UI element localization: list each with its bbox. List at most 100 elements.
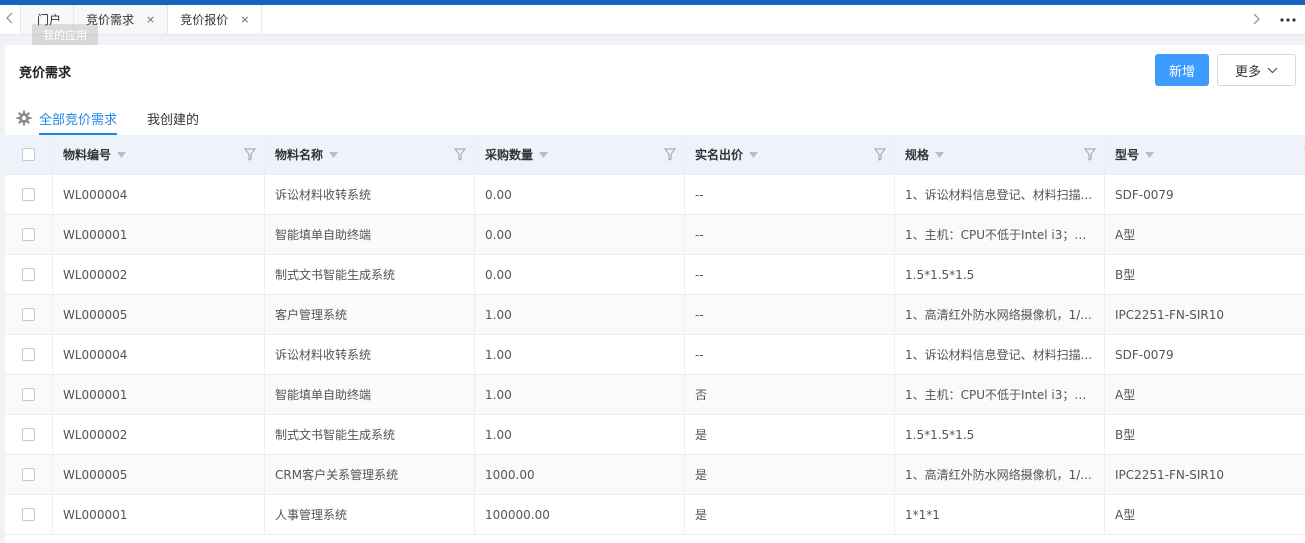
cell-material-code: WL000001: [53, 375, 265, 414]
filter-icon[interactable]: [874, 148, 886, 161]
table-row[interactable]: WL000002 制式文书智能生成系统 1.00 是 1.5*1.5*1.5 B…: [5, 415, 1305, 455]
cell-model: B型: [1105, 415, 1305, 454]
table-row[interactable]: WL000001 人事管理系统 100000.00 是 1*1*1 A型: [5, 495, 1305, 535]
checkbox-icon[interactable]: [22, 428, 35, 441]
checkbox-icon[interactable]: [22, 268, 35, 281]
cell-model: B型: [1105, 255, 1305, 294]
cell-model: SDF-0079: [1105, 175, 1305, 214]
row-select[interactable]: [5, 335, 53, 374]
table-header: 物料编号 物料名称 采购数量 实名出价 规格 型号: [5, 135, 1305, 175]
table-row[interactable]: WL000004 诉讼材料收转系统 1.00 -- 1、诉讼材料信息登记、材料扫…: [5, 335, 1305, 375]
column-header[interactable]: 型号: [1105, 135, 1305, 174]
close-icon[interactable]: ×: [240, 13, 249, 26]
cell-model: SDF-0079: [1105, 335, 1305, 374]
tab-all-bidding[interactable]: 全部竞价需求: [39, 101, 118, 135]
cell-quantity: 1.00: [475, 375, 685, 414]
filter-icon[interactable]: [664, 148, 676, 161]
cell-quantity: 100000.00: [475, 495, 685, 534]
row-select[interactable]: [5, 375, 53, 414]
column-header[interactable]: 实名出价: [685, 135, 895, 174]
cell-material-code: WL000005: [53, 455, 265, 494]
cell-material-name: 智能填单自助终端: [265, 215, 475, 254]
row-select[interactable]: [5, 295, 53, 334]
cell-material-code: WL000004: [53, 335, 265, 374]
close-icon[interactable]: ×: [146, 13, 155, 26]
table-row[interactable]: WL000005 CRM客户关系管理系统 1000.00 是 1、高清红外防水网…: [5, 455, 1305, 495]
sort-caret-icon[interactable]: [117, 151, 127, 158]
checkbox-icon[interactable]: [22, 508, 35, 521]
checkbox-icon[interactable]: [22, 308, 35, 321]
checkbox-icon[interactable]: [22, 188, 35, 201]
filter-icon[interactable]: [454, 148, 466, 161]
cell-model: IPC2251-FN-SIR10: [1105, 455, 1305, 494]
sort-caret-icon[interactable]: [1145, 151, 1155, 158]
cell-model: IPC2251-FN-SIR10: [1105, 295, 1305, 334]
filter-icon[interactable]: [244, 148, 256, 161]
column-header[interactable]: 规格: [895, 135, 1105, 174]
more-button[interactable]: 更多: [1217, 54, 1296, 86]
sort-caret-icon[interactable]: [749, 151, 759, 158]
row-select[interactable]: [5, 455, 53, 494]
more-button-label: 更多: [1234, 64, 1261, 80]
cell-quantity: 1.00: [475, 415, 685, 454]
cell-material-name: 客户管理系统: [265, 295, 475, 334]
column-header[interactable]: 采购数量: [475, 135, 685, 174]
cell-material-name: 人事管理系统: [265, 495, 475, 534]
chevron-right-icon: [1252, 13, 1260, 28]
cell-spec: 1*1*1: [895, 495, 1105, 534]
row-select[interactable]: [5, 495, 53, 534]
cell-spec: 1.5*1.5*1.5: [895, 255, 1105, 294]
row-select[interactable]: [5, 175, 53, 214]
tab-bidding-quote[interactable]: 竞价报价 ×: [168, 5, 263, 34]
checkbox-icon[interactable]: [22, 148, 35, 161]
sort-caret-icon[interactable]: [329, 151, 339, 158]
cell-named-bid: 是: [685, 415, 895, 454]
tab-label: 竞价报价: [180, 13, 229, 27]
table-row[interactable]: WL000001 智能填单自助终端 1.00 否 1、主机：CPU不低于Inte…: [5, 375, 1305, 415]
add-button[interactable]: 新增: [1155, 54, 1209, 86]
row-select[interactable]: [5, 415, 53, 454]
table-row[interactable]: WL000005 客户管理系统 1.00 -- 1、高清红外防水网络摄像机，1/…: [5, 295, 1305, 335]
cell-material-code: WL000002: [53, 255, 265, 294]
checkbox-icon[interactable]: [22, 388, 35, 401]
sort-caret-icon[interactable]: [935, 151, 945, 158]
cell-material-code: WL000001: [53, 495, 265, 534]
cell-spec: 1、主机：CPU不低于Intel i3；内...: [895, 375, 1105, 414]
header-select-all[interactable]: [5, 135, 53, 174]
sort-caret-icon[interactable]: [539, 151, 549, 158]
checkbox-icon[interactable]: [22, 348, 35, 361]
tab-bar: 门户 竞价需求 × 竞价报价 ×: [0, 5, 1305, 35]
cell-material-name: CRM客户关系管理系统: [265, 455, 475, 494]
cell-named-bid: 是: [685, 455, 895, 494]
gear-icon[interactable]: [5, 110, 39, 126]
tabs-scroll-left[interactable]: [0, 5, 20, 34]
column-header[interactable]: 物料编号: [53, 135, 265, 174]
cell-quantity: 0.00: [475, 255, 685, 294]
column-label: 实名出价: [695, 148, 744, 162]
column-label: 物料编号: [63, 148, 112, 162]
table-row[interactable]: WL000002 制式文书智能生成系统 0.00 -- 1.5*1.5*1.5 …: [5, 255, 1305, 295]
row-select[interactable]: [5, 215, 53, 254]
tab-my-created[interactable]: 我创建的: [147, 101, 199, 135]
checkbox-icon[interactable]: [22, 468, 35, 481]
row-select[interactable]: [5, 255, 53, 294]
cell-named-bid: --: [685, 335, 895, 374]
cell-quantity: 0.00: [475, 175, 685, 214]
cell-material-name: 诉讼材料收转系统: [265, 335, 475, 374]
cell-material-code: WL000002: [53, 415, 265, 454]
table-row[interactable]: WL000004 诉讼材料收转系统 0.00 -- 1、诉讼材料信息登记、材料扫…: [5, 175, 1305, 215]
cell-material-code: WL000001: [53, 215, 265, 254]
checkbox-icon[interactable]: [22, 228, 35, 241]
cell-spec: 1、诉讼材料信息登记、材料扫描...: [895, 335, 1105, 374]
data-table: 物料编号 物料名称 采购数量 实名出价 规格 型号 WL000004 诉讼材料收…: [5, 135, 1305, 535]
more-dots-icon[interactable]: [1271, 18, 1305, 22]
cell-material-code: WL000004: [53, 175, 265, 214]
cell-quantity: 1000.00: [475, 455, 685, 494]
filter-icon[interactable]: [1084, 148, 1096, 161]
column-label: 采购数量: [485, 148, 534, 162]
tabs-scroll-right[interactable]: [1241, 13, 1271, 28]
table-row[interactable]: WL000001 智能填单自助终端 0.00 -- 1、主机：CPU不低于Int…: [5, 215, 1305, 255]
cell-spec: 1、诉讼材料信息登记、材料扫描...: [895, 175, 1105, 214]
column-header[interactable]: 物料名称: [265, 135, 475, 174]
main-panel: 竞价需求 新增 更多 全部竞价需求 我创建的 物料编号 物料名称 采购数量 实名…: [5, 45, 1305, 543]
